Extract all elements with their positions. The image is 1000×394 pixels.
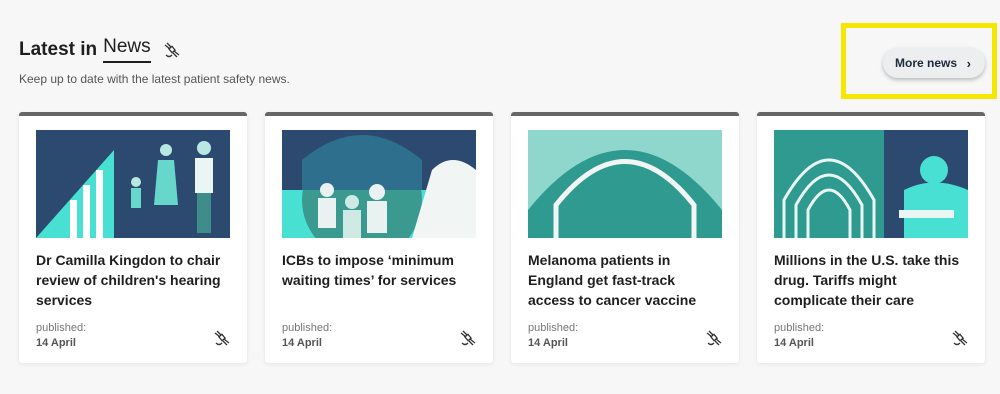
news-card-image [774, 130, 968, 238]
news-card-title[interactable]: ICBs to impose ‘minimum waiting times’ f… [282, 250, 478, 290]
news-card-title[interactable]: Millions in the U.S. take this drug. Tar… [774, 250, 970, 310]
published-label: published: [36, 322, 87, 334]
news-card-title[interactable]: Melanoma patients in England get fast-tr… [528, 250, 724, 310]
satellite-icon [213, 329, 231, 347]
news-card[interactable]: Dr Camilla Kingdon to chair review of ch… [19, 112, 247, 363]
satellite-icon [459, 329, 477, 347]
news-card-title[interactable]: Dr Camilla Kingdon to chair review of ch… [36, 250, 232, 310]
section-subtitle: Keep up to date with the latest patient … [19, 72, 290, 86]
published-label: published: [774, 322, 825, 334]
chevron-right-icon: › [966, 56, 971, 71]
published-label: published: [528, 322, 579, 334]
section-title-prefix: Latest in [19, 38, 98, 60]
published-label: published: [282, 322, 333, 334]
news-card-image [36, 130, 230, 238]
news-card-image [282, 130, 476, 238]
more-news-button[interactable]: More news › [883, 48, 985, 78]
section-title: Latest in News [19, 36, 181, 63]
published-date: 14 April [36, 337, 76, 349]
published-date: 14 April [528, 337, 568, 349]
published-date: 14 April [282, 337, 322, 349]
more-news-label: More news [895, 56, 958, 70]
satellite-icon [705, 329, 723, 347]
news-card[interactable]: Melanoma patients in England get fast-tr… [511, 112, 739, 363]
section-header: Latest in News [19, 36, 181, 63]
section-title-word: News [103, 36, 151, 63]
news-card[interactable]: ICBs to impose ‘minimum waiting times’ f… [265, 112, 493, 363]
satellite-icon [163, 41, 181, 59]
news-card-image [528, 130, 722, 238]
news-cards: Dr Camilla Kingdon to chair review of ch… [19, 112, 985, 363]
published-date: 14 April [774, 337, 814, 349]
satellite-icon [951, 329, 969, 347]
news-card[interactable]: Millions in the U.S. take this drug. Tar… [757, 112, 985, 363]
